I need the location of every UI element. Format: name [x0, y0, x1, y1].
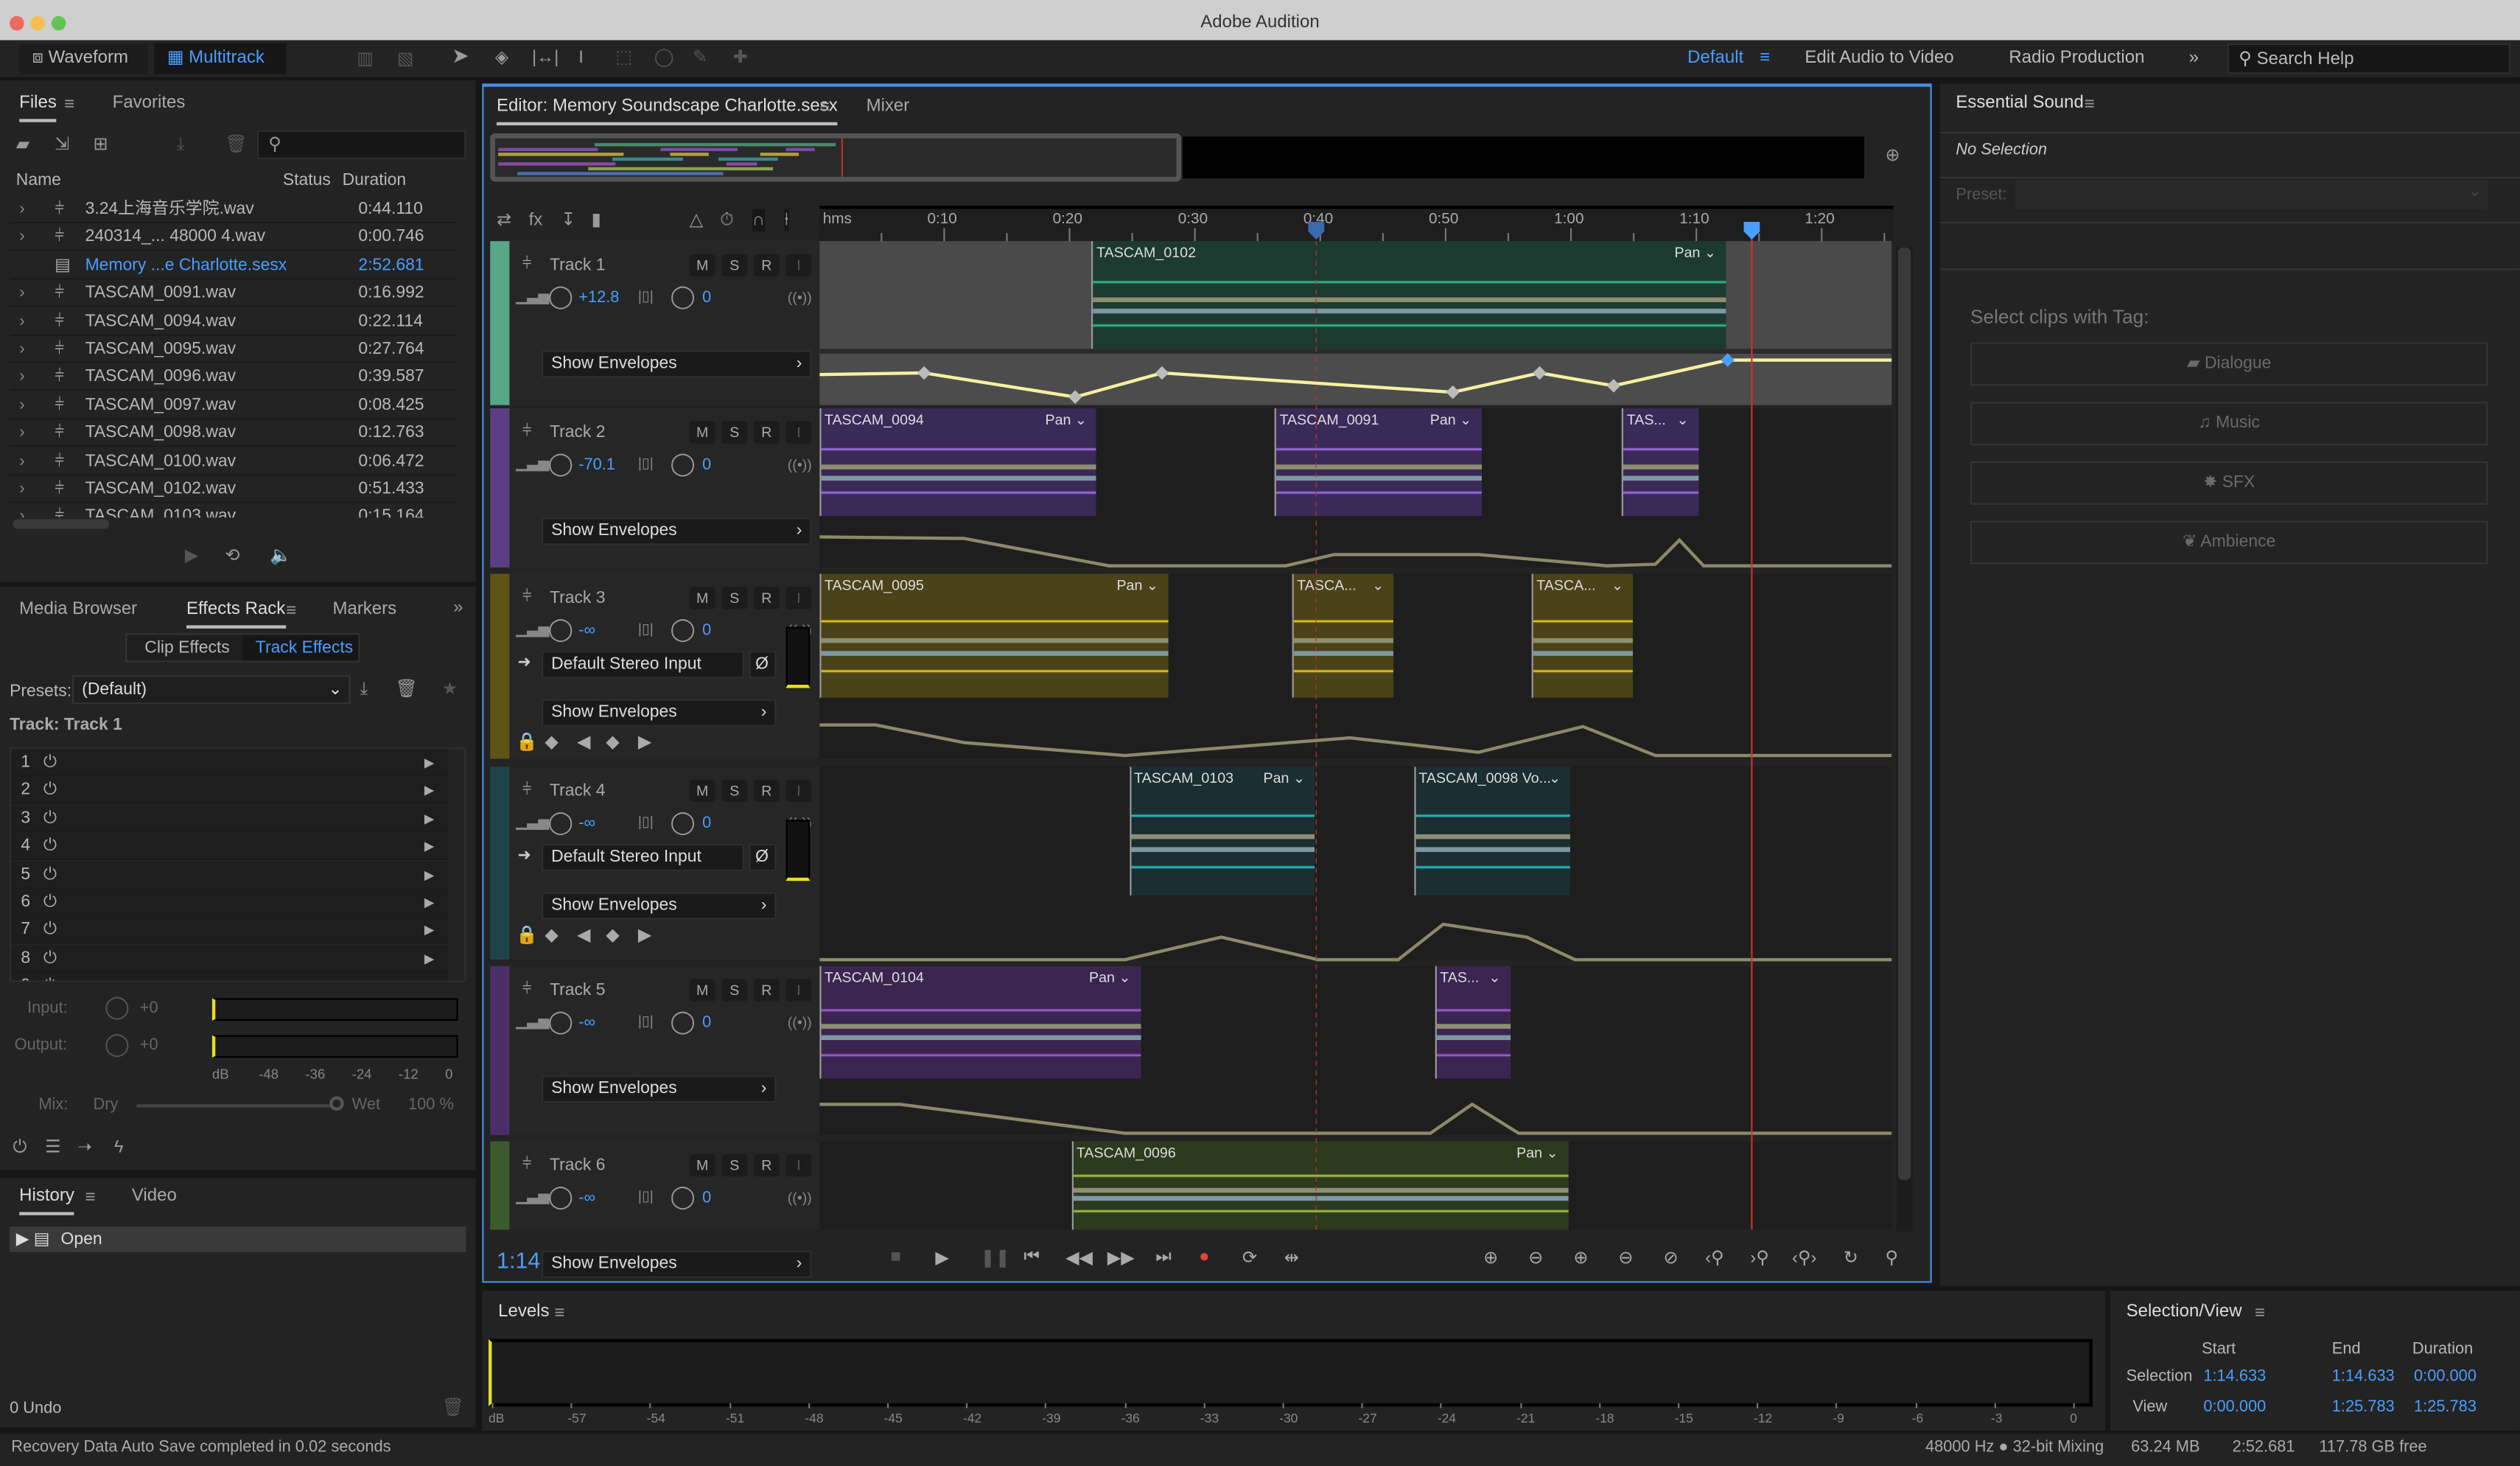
level-tick	[1678, 1403, 1680, 1409]
header-end: End	[2331, 1340, 2361, 1358]
panel-menu-icon[interactable]: ≡	[2255, 1302, 2265, 1325]
level-scale-label: -36	[1121, 1411, 1140, 1426]
level-scale-label: -51	[725, 1411, 745, 1426]
level-tick	[491, 1403, 494, 1409]
header-duration: Duration	[2412, 1340, 2474, 1358]
essential-sound-panel: Essential Sound ≡ No Selection Preset: ⌄…	[1939, 83, 2520, 1286]
status-duration: 2:52.681	[2232, 1438, 2295, 1456]
essential-sound-title: Essential Sound	[1956, 93, 2084, 113]
levels-title: Levels	[498, 1302, 550, 1322]
burst-icon: ✸	[2203, 472, 2222, 492]
view-end[interactable]: 1:25.783	[2332, 1398, 2395, 1416]
level-tick	[1598, 1403, 1600, 1409]
level-scale-label: 0	[2070, 1411, 2077, 1426]
level-tick	[1124, 1403, 1127, 1409]
selection-end[interactable]: 1:14.633	[2332, 1368, 2395, 1386]
level-scale-label: dB	[489, 1411, 505, 1426]
selection-view-panel: Selection/View ≡ Start End Duration Sele…	[2110, 1291, 2520, 1431]
music-note-icon: ♫	[2198, 413, 2216, 433]
status-message: Recovery Data Auto Save completed in 0.0…	[11, 1438, 391, 1456]
preset-label: Preset:	[1956, 186, 2007, 204]
level-tick	[1045, 1403, 1047, 1409]
status-disk-free: 117.78 GB free	[2319, 1438, 2427, 1456]
level-scale-label: -3	[1990, 1411, 2003, 1426]
level-scale-label: -24	[1437, 1411, 1456, 1426]
panel-menu-icon[interactable]: ≡	[2085, 93, 2095, 116]
level-tick	[1203, 1403, 1205, 1409]
selection-start[interactable]: 1:14.633	[2203, 1368, 2266, 1386]
levels-panel: Levels ≡ dB -57 -54 -51 -48 -45 -42 -39 -36 -33 -3…	[482, 1291, 2106, 1431]
selection-duration[interactable]: 0:00.000	[2414, 1368, 2477, 1386]
level-tick	[1361, 1403, 1363, 1409]
view-row-label: View	[2132, 1398, 2168, 1417]
level-tick	[1282, 1403, 1284, 1409]
tag-ambience-button[interactable]: ❦ Ambience	[1970, 520, 2488, 565]
tag-dialogue-button[interactable]: ▰ Dialogue	[1970, 342, 2488, 386]
speech-bubble-icon: ▰	[2186, 353, 2205, 373]
level-scale-label: -48	[805, 1411, 824, 1426]
selection-view-title: Selection/View	[2126, 1302, 2242, 1322]
selection-row-label: Selection	[2126, 1367, 2193, 1386]
level-scale-label: -6	[1911, 1411, 1924, 1426]
view-duration[interactable]: 1:25.783	[2414, 1398, 2477, 1416]
tag-heading: Select clips with Tag:	[1970, 305, 2149, 328]
track-1-keyframes[interactable]	[917, 353, 1735, 404]
level-tick	[650, 1403, 652, 1409]
status-bar: Recovery Data Auto Save completed in 0.0…	[0, 1434, 2520, 1466]
level-scale-label: -54	[646, 1411, 665, 1426]
audition-window: Adobe Audition ⧈ Waveform ▦ Multitrack ▥…	[0, 0, 2520, 1466]
divider	[1939, 221, 2520, 224]
tag-sfx-button[interactable]: ✸ SFX	[1970, 461, 2488, 505]
divider	[1939, 176, 2520, 179]
level-scale-label: -45	[883, 1411, 903, 1426]
track-4-volume-envelope[interactable]	[819, 922, 1892, 962]
level-meter-scale: dB -57 -54 -51 -48 -45 -42 -39 -36 -33 -30 -27 -24 -2…	[489, 1403, 2086, 1427]
status-format: 48000 Hz ● 32-bit Mixing	[1925, 1438, 2104, 1456]
level-tick	[1441, 1403, 1443, 1409]
level-meter	[489, 1338, 2093, 1407]
track-2-volume-envelope[interactable]	[819, 535, 1892, 568]
level-tick	[886, 1403, 889, 1409]
view-start[interactable]: 0:00.000	[2203, 1398, 2266, 1416]
playhead-handle[interactable]	[1743, 221, 1760, 240]
chevron-down-icon: ⌄	[2468, 183, 2482, 201]
track-5-volume-envelope[interactable]	[819, 1102, 1892, 1135]
level-scale-label: -9	[1833, 1411, 1844, 1426]
preset-dropdown[interactable]: ⌄	[2015, 180, 2488, 209]
track-3-volume-envelope[interactable]	[819, 723, 1892, 758]
level-tick	[808, 1403, 810, 1409]
tag-music-button[interactable]: ♫ Music	[1970, 402, 2488, 446]
divider	[1939, 131, 2520, 134]
status-memory: 63.24 MB	[2131, 1438, 2200, 1456]
level-tick	[729, 1403, 731, 1409]
level-scale-label: -27	[1358, 1411, 1377, 1426]
leaf-icon: ❦	[2183, 531, 2201, 552]
level-tick	[570, 1403, 573, 1409]
panel-menu-icon[interactable]: ≡	[554, 1302, 564, 1325]
level-tick	[1994, 1403, 1996, 1409]
header-start: Start	[2202, 1340, 2236, 1358]
divider	[1939, 268, 2520, 270]
level-scale-label: -15	[1674, 1411, 1693, 1426]
level-scale-label: -18	[1595, 1411, 1614, 1426]
level-scale-label: -42	[962, 1411, 982, 1426]
level-scale-label: -21	[1516, 1411, 1536, 1426]
no-selection-label: No Selection	[1956, 141, 2048, 159]
level-scale-label: -57	[567, 1411, 587, 1426]
level-tick	[966, 1403, 968, 1409]
level-tick	[2073, 1403, 2075, 1409]
level-scale-label: -33	[1200, 1411, 1219, 1426]
track-1-volume-envelope[interactable]	[819, 358, 1892, 399]
marker-handle[interactable]	[1308, 221, 1325, 240]
level-tick	[1757, 1403, 1759, 1409]
level-scale-label: -12	[1754, 1411, 1773, 1426]
level-scale-label: -39	[1042, 1411, 1061, 1426]
level-tick	[1835, 1403, 1838, 1409]
level-tick	[1915, 1403, 1917, 1409]
level-tick	[1519, 1403, 1522, 1409]
level-scale-label: -30	[1279, 1411, 1298, 1426]
